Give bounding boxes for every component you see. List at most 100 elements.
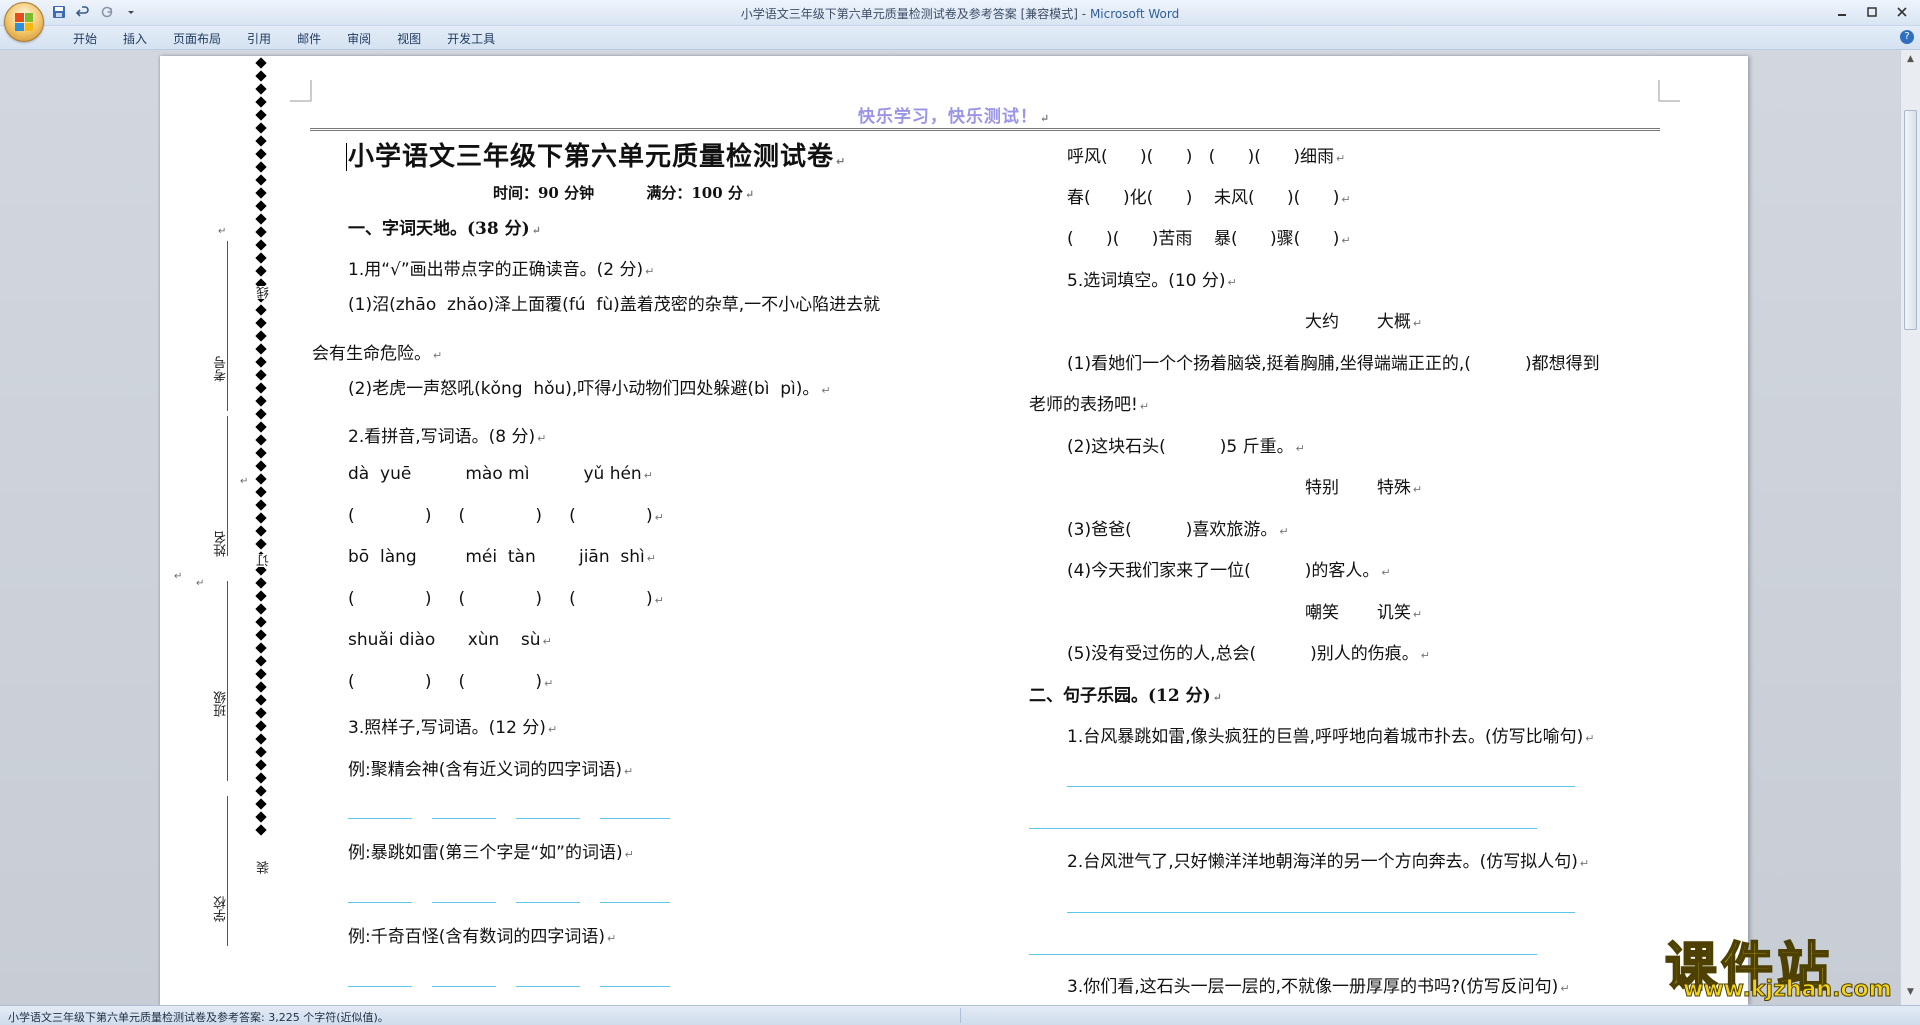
help-icon[interactable]: ? bbox=[1900, 30, 1914, 44]
answer-blank[interactable] bbox=[600, 986, 670, 987]
question-5-4: (4)今天我们家来了一位( )的客人。 ↵ bbox=[1067, 561, 1391, 581]
tab-page-layout[interactable]: 页面布局 bbox=[160, 30, 234, 48]
question-3-heading: 3.照样子,写词语。(12 分) ↵ bbox=[348, 718, 558, 738]
diamond-mark bbox=[255, 304, 267, 316]
vertical-scrollbar[interactable]: ▲ ▼ bbox=[1900, 50, 1920, 1005]
ribbon-tabs: 开始 插入 页面布局 引用 邮件 审阅 视图 开发工具 bbox=[60, 30, 508, 48]
tab-review[interactable]: 审阅 bbox=[334, 30, 384, 48]
maximize-icon[interactable] bbox=[1858, 2, 1886, 22]
scroll-up-icon[interactable]: ▲ bbox=[1903, 52, 1918, 67]
page-header: 快乐学习，快乐测试！ ↵ bbox=[857, 107, 1051, 127]
diamond-mark bbox=[255, 577, 267, 589]
scroll-down-icon[interactable]: ▼ bbox=[1903, 985, 1918, 1000]
example-1: 例:聚精会神(含有近义词的四字词语) ↵ bbox=[348, 760, 634, 780]
paragraph-mark: ↵ bbox=[174, 571, 183, 582]
diamond-mark bbox=[255, 525, 267, 537]
status-divider bbox=[960, 1008, 961, 1023]
tab-insert[interactable]: 插入 bbox=[110, 30, 160, 48]
answer-line[interactable] bbox=[1067, 912, 1575, 913]
section-one-heading: 一、字词天地。(38 分) ↵ bbox=[348, 219, 541, 239]
diamond-mark bbox=[255, 356, 267, 368]
document-page[interactable]: ↵ 考号 ↵ 姓名 ↵ ↵ 班级 学校 线 订 装 快乐学习，快乐测试！ ↵ 小学… bbox=[160, 56, 1748, 1005]
question-5-2: (2)这块石头( )5 斤重。 ↵ bbox=[1067, 437, 1305, 457]
word-count-status[interactable]: 小学语文三年级下第六单元质量检测试卷及参考答案: 3,225 个字符(近似值)。 bbox=[8, 1009, 389, 1025]
diamond-mark bbox=[255, 83, 267, 95]
tab-home[interactable]: 开始 bbox=[60, 30, 110, 48]
diamond-mark bbox=[255, 473, 267, 485]
answer-blank[interactable] bbox=[432, 818, 496, 819]
tab-mailings[interactable]: 邮件 bbox=[284, 30, 334, 48]
sentence-question-2: 2.台风泄气了,只好懒洋洋地朝海洋的另一个方向奔去。(仿写拟人句) ↵ bbox=[1067, 852, 1590, 872]
scrollbar-thumb[interactable] bbox=[1904, 110, 1917, 330]
answer-blank[interactable] bbox=[348, 818, 412, 819]
diamond-mark bbox=[255, 57, 267, 69]
class-line bbox=[227, 581, 228, 781]
word-choice-3: 嘲笑 讥笑 ↵ bbox=[1305, 603, 1423, 623]
diamond-mark bbox=[255, 434, 267, 446]
tab-developer[interactable]: 开发工具 bbox=[434, 30, 508, 48]
diamond-mark bbox=[255, 499, 267, 511]
diamond-mark bbox=[255, 70, 267, 82]
close-icon[interactable] bbox=[1888, 2, 1916, 22]
idiom-row-2: 春( )化( ) 未风( )( ) ↵ bbox=[1067, 188, 1351, 208]
paragraph-mark: ↵ bbox=[218, 226, 227, 237]
diamond-mark bbox=[255, 135, 267, 147]
answer-line[interactable] bbox=[1029, 954, 1537, 955]
diamond-mark bbox=[255, 668, 267, 680]
class-label: 班级 bbox=[214, 691, 229, 717]
binding-char-line: 线 bbox=[255, 286, 272, 299]
answer-blank[interactable] bbox=[348, 986, 412, 987]
question-1-2: (2)老虎一声怒吼(kǒng hǒu),吓得小动物们四处躲避(bì pì)。 ↵ bbox=[348, 379, 831, 399]
answer-blank[interactable] bbox=[516, 902, 580, 903]
answer-blank[interactable] bbox=[348, 902, 412, 903]
diamond-mark bbox=[255, 395, 267, 407]
question-5-3: (3)爸爸( )喜欢旅游。 ↵ bbox=[1067, 520, 1289, 540]
paragraph-mark: ↵ bbox=[196, 578, 205, 589]
tab-view[interactable]: 视图 bbox=[384, 30, 434, 48]
answer-blank[interactable] bbox=[600, 902, 670, 903]
window-controls bbox=[1828, 2, 1916, 22]
diamond-mark bbox=[255, 447, 267, 459]
section-two-heading: 二、句子乐园。(12 分) ↵ bbox=[1029, 686, 1222, 706]
diamond-mark bbox=[255, 213, 267, 225]
question-1-heading: 1.用“√”画出带点字的正确读音。(2 分) ↵ bbox=[348, 260, 655, 280]
watermark-url: www.kjzhan.com bbox=[1683, 977, 1893, 1003]
office-button-icon[interactable] bbox=[4, 2, 44, 42]
diamond-mark bbox=[255, 148, 267, 160]
pinyin-row-2: bō làng méi tàn jiān shì ↵ bbox=[348, 547, 656, 567]
crop-mark-top-left bbox=[290, 80, 312, 102]
diamond-mark bbox=[255, 681, 267, 693]
school-line bbox=[227, 796, 228, 946]
question-5-1-line1: (1)看她们一个个扬着脑袋,挺着胸脯,坐得端端正正的,( )都想得到 bbox=[1067, 354, 1600, 374]
diamond-mark bbox=[255, 343, 267, 355]
answer-line[interactable] bbox=[1029, 828, 1537, 829]
exam-number-line bbox=[227, 241, 228, 411]
document-title: 小学语文三年级下第六单元质量检测试卷 ↵ bbox=[346, 142, 847, 172]
diamond-mark bbox=[255, 369, 267, 381]
question-5-5: (5)没有受过伤的人,总会( )别人的伤痕。 ↵ bbox=[1067, 644, 1431, 664]
answer-blank[interactable] bbox=[432, 902, 496, 903]
idiom-row-3: ( )( )苦雨 暴( )骤( ) ↵ bbox=[1067, 229, 1351, 249]
answer-blank[interactable] bbox=[516, 818, 580, 819]
answer-blank[interactable] bbox=[600, 818, 670, 819]
answer-line[interactable] bbox=[1067, 786, 1575, 787]
question-5-1-line2: 老师的表扬吧! ↵ bbox=[1029, 395, 1150, 415]
diamond-mark bbox=[255, 746, 267, 758]
tab-references[interactable]: 引用 bbox=[234, 30, 284, 48]
diamond-mark bbox=[255, 720, 267, 732]
diamond-mark bbox=[255, 486, 267, 498]
diamond-mark bbox=[255, 421, 267, 433]
binding-char-bind: 装 bbox=[255, 861, 272, 874]
answer-blank[interactable] bbox=[432, 986, 496, 987]
word-choice-1: 大约 大概 ↵ bbox=[1305, 312, 1423, 332]
exam-number-label: 考号 bbox=[214, 356, 229, 382]
diamond-mark bbox=[255, 733, 267, 745]
diamond-mark bbox=[255, 772, 267, 784]
diamond-mark bbox=[255, 655, 267, 667]
diamond-mark bbox=[255, 460, 267, 472]
diamond-mark bbox=[255, 759, 267, 771]
answer-blank[interactable] bbox=[516, 986, 580, 987]
diamond-mark bbox=[255, 330, 267, 342]
diamond-mark bbox=[255, 538, 267, 550]
minimize-icon[interactable] bbox=[1828, 2, 1856, 22]
